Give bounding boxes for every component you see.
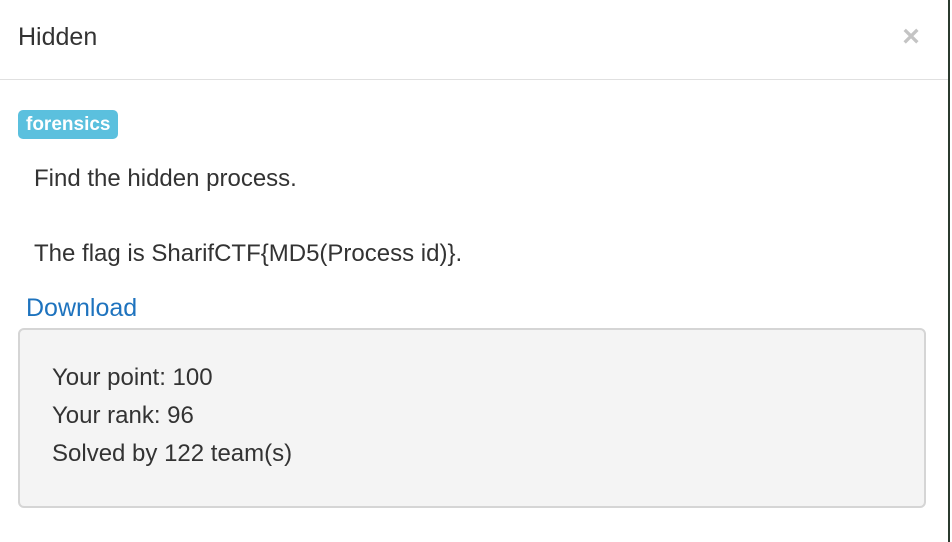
points-text: Your point: 100 — [52, 364, 213, 391]
modal-header: Hidden × — [0, 0, 948, 80]
close-icon[interactable]: × — [900, 22, 922, 52]
challenge-modal: Hidden × forensics Find the hidden proce… — [0, 0, 950, 542]
rank-text: Your rank: 96 — [52, 402, 194, 429]
description-line: Find the hidden process. — [34, 165, 297, 192]
description-line: The flag is SharifCTF{MD5(Process id)}. — [34, 240, 463, 267]
stats-panel: Your point: 100 Your rank: 96 Solved by … — [18, 328, 926, 508]
solved-count-text: Solved by 122 team(s) — [52, 440, 293, 467]
modal-title: Hidden — [18, 23, 98, 51]
category-badge: forensics — [18, 110, 119, 139]
download-link[interactable]: Download — [26, 293, 137, 323]
